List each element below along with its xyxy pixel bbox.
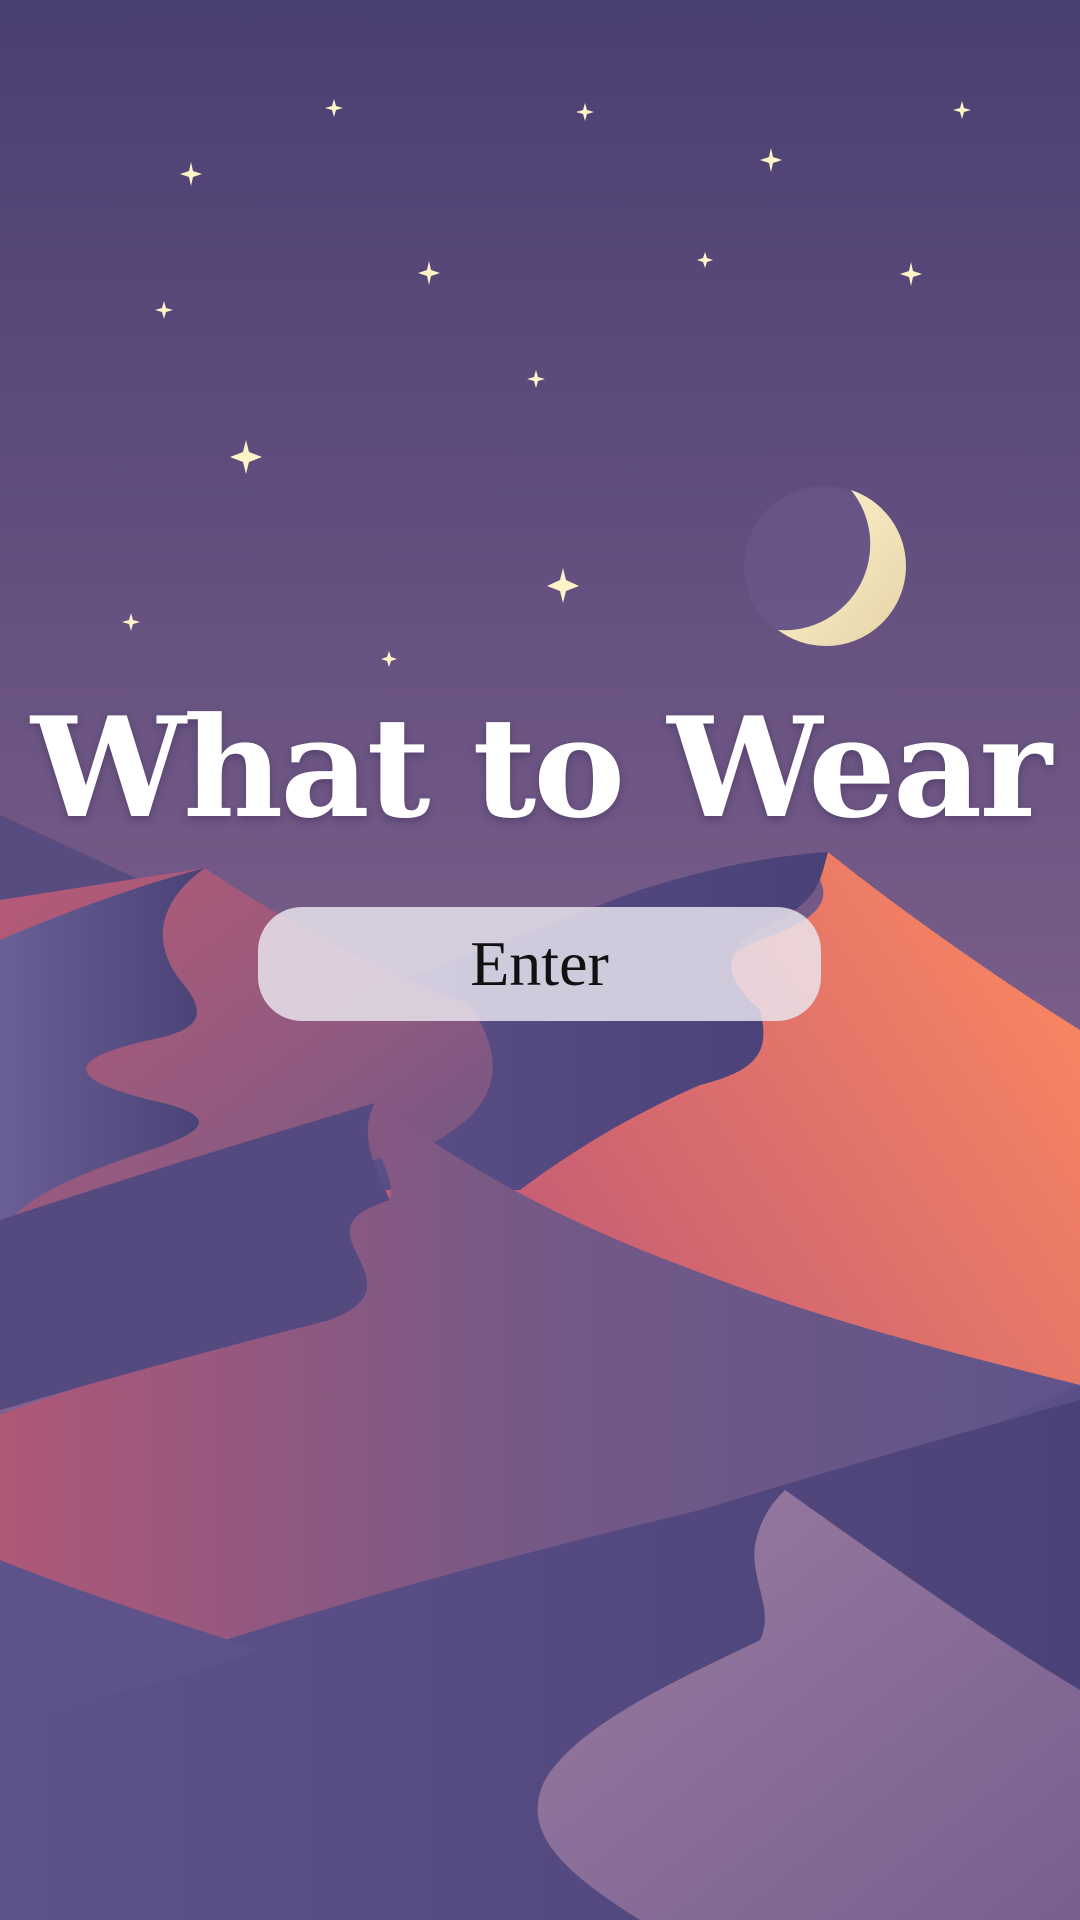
crescent-moon-icon xyxy=(744,486,906,646)
enter-button[interactable]: Enter xyxy=(258,907,821,1021)
app-title: What to Wear xyxy=(30,686,1052,849)
